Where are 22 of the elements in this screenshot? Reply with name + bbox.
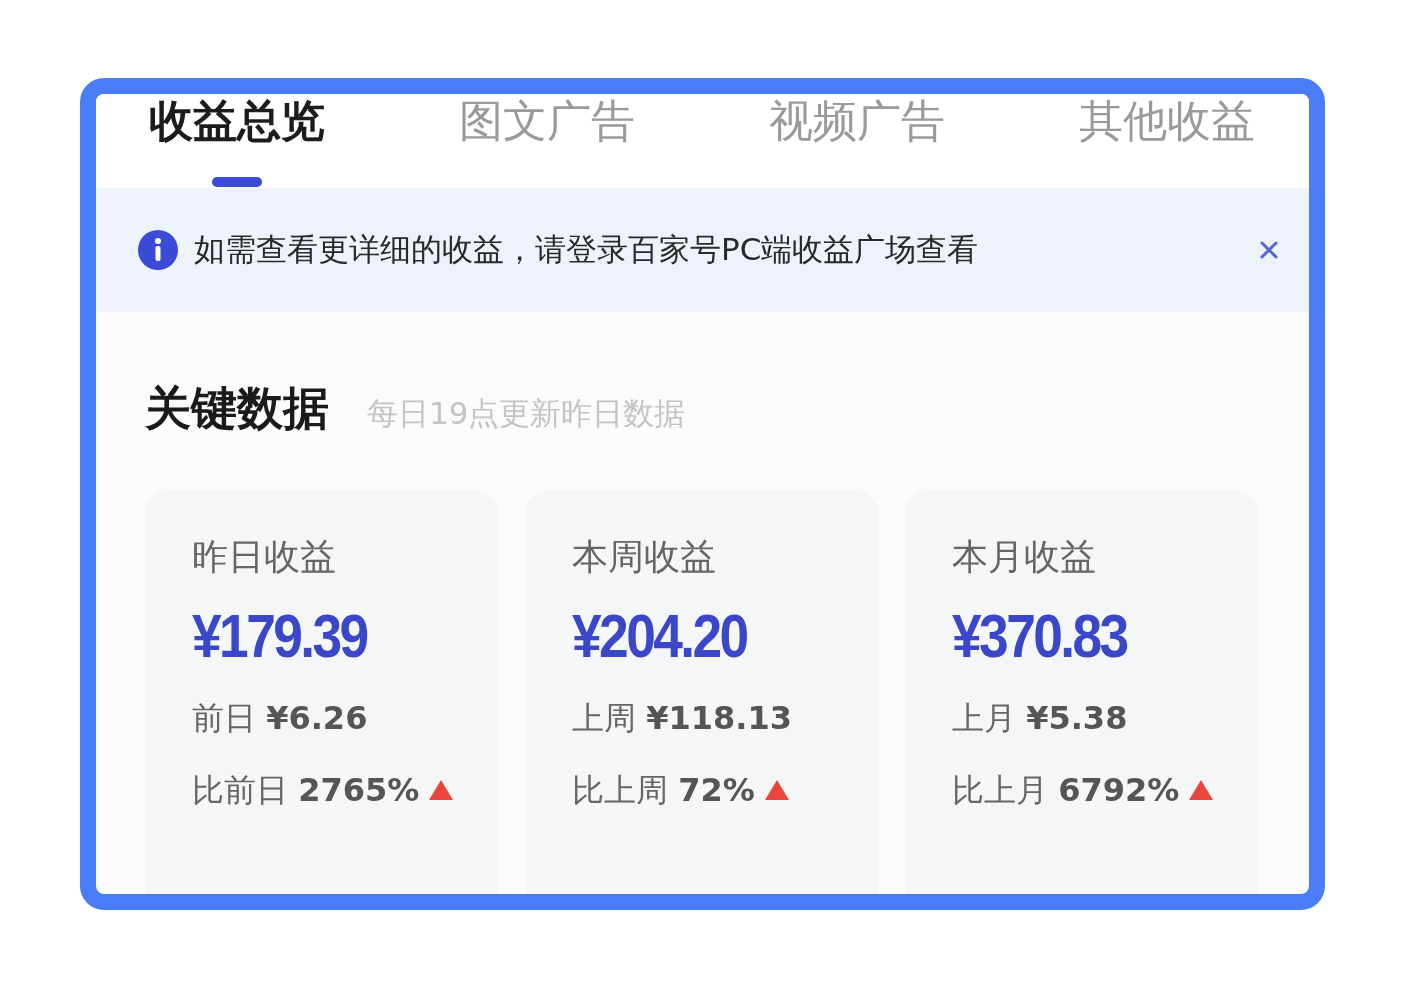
comparison-text: 比上周 72% — [572, 770, 755, 811]
notice-text: 如需查看更详细的收益，请登录百家号PC端收益广场查看 — [194, 230, 980, 269]
card-label: 本周收益 — [572, 535, 717, 579]
amount: ¥370.83 — [952, 600, 1127, 672]
card-label: 昨日收益 — [192, 535, 337, 579]
info-icon — [138, 230, 178, 270]
previous-value: 上月 ¥5.38 — [952, 698, 1129, 739]
previous-value: 前日 ¥6.26 — [192, 698, 369, 739]
close-icon[interactable] — [1259, 240, 1279, 260]
section-title: 关键数据 — [145, 380, 329, 437]
tab[interactable]: 其他收益 — [1075, 96, 1259, 188]
tab-indicator — [212, 177, 262, 187]
comparison-text: 比上月 6792% — [952, 770, 1180, 811]
amount: ¥204.20 — [572, 600, 747, 672]
card-label: 本月收益 — [952, 535, 1097, 579]
amount: ¥179.39 — [192, 600, 367, 672]
comparison-text: 比前日 2765% — [192, 770, 420, 811]
tab[interactable]: 视频广告 — [765, 96, 949, 188]
previous-value: 上周 ¥118.13 — [572, 698, 793, 739]
tab[interactable]: 图文广告 — [455, 96, 639, 188]
section-subtitle: 每日19点更新昨日数据 — [367, 394, 686, 433]
tab[interactable]: 收益总览 — [145, 96, 329, 188]
